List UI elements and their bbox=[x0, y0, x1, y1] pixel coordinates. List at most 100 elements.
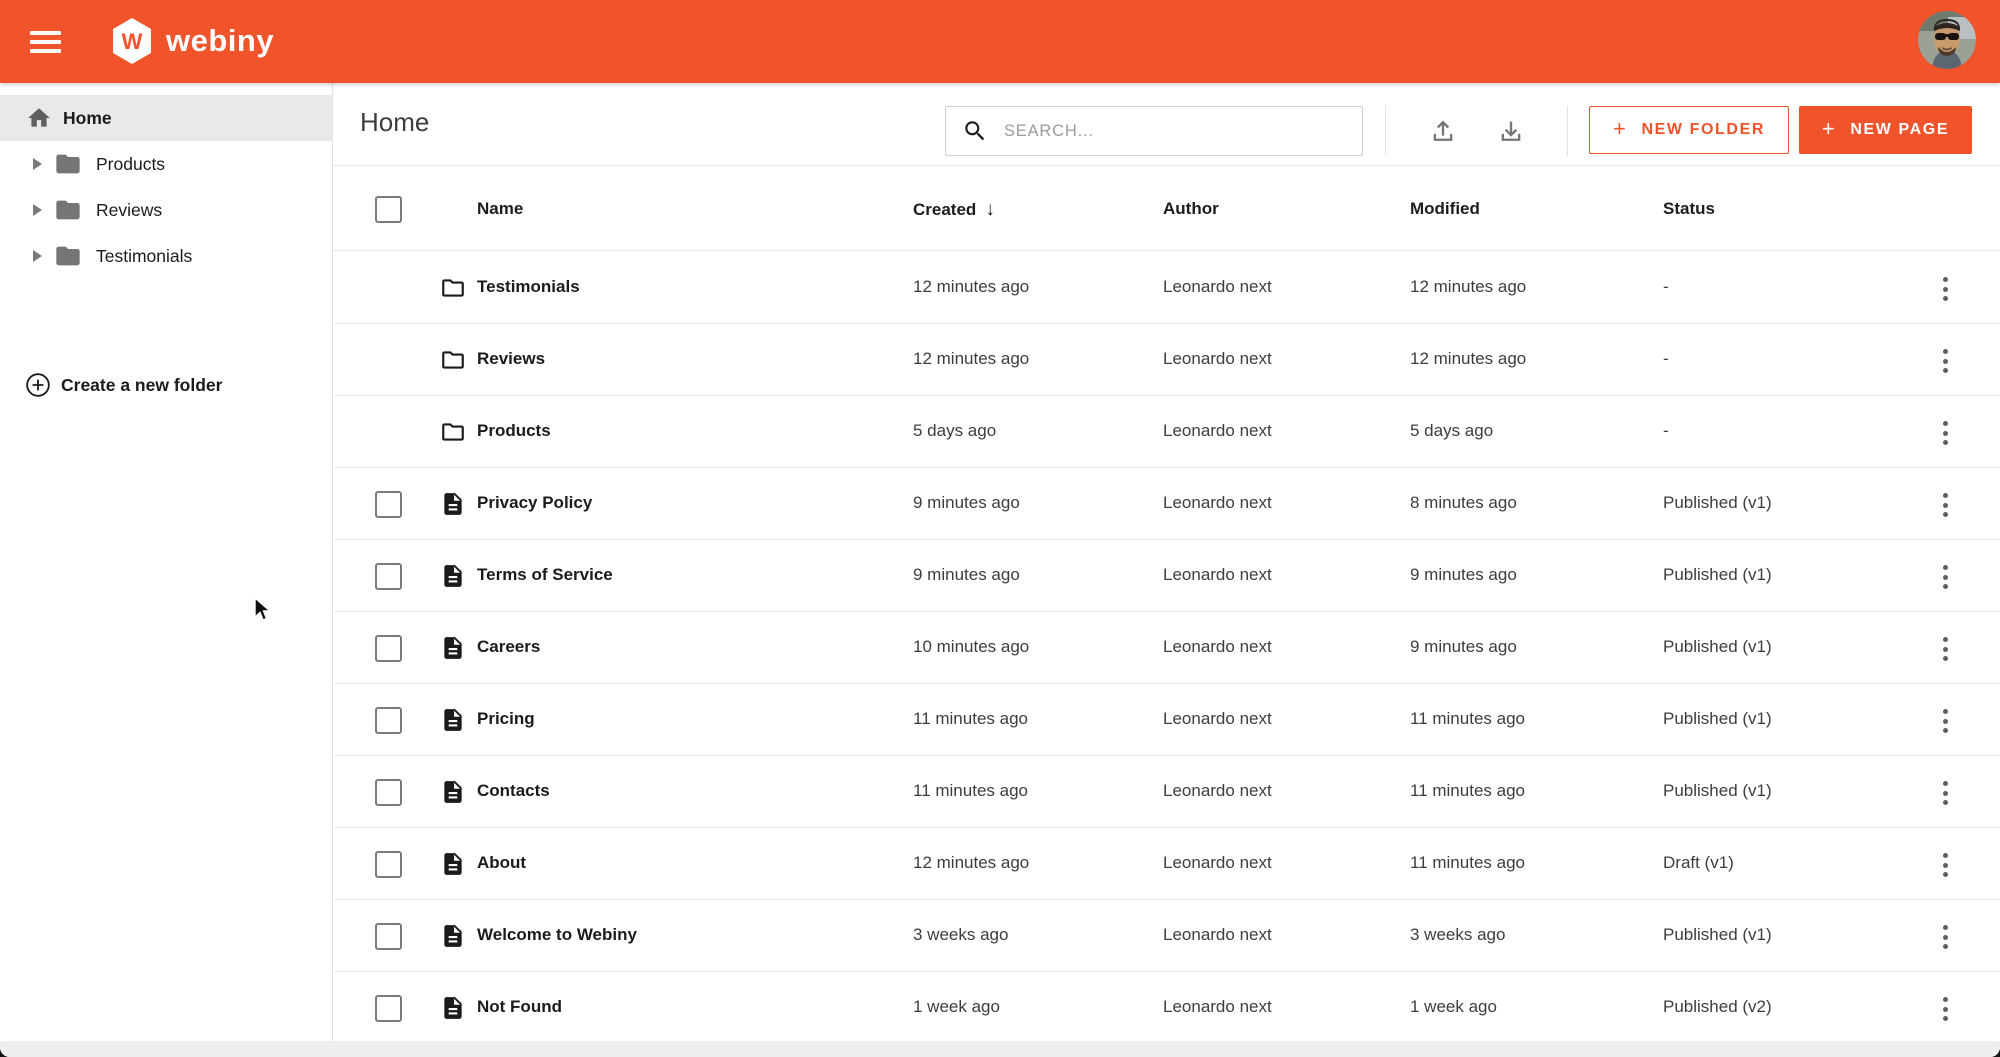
row-actions-menu-button[interactable] bbox=[1929, 417, 1961, 449]
row-name[interactable]: About bbox=[477, 853, 526, 873]
row-checkbox[interactable] bbox=[375, 635, 402, 662]
folder-icon bbox=[440, 419, 466, 445]
row-actions-menu-button[interactable] bbox=[1929, 489, 1961, 521]
hamburger-menu-icon[interactable] bbox=[30, 26, 68, 58]
column-header-status[interactable]: Status bbox=[1663, 199, 1715, 219]
row-actions-menu-button[interactable] bbox=[1929, 345, 1961, 377]
row-actions-menu-button[interactable] bbox=[1929, 777, 1961, 809]
row-name[interactable]: Careers bbox=[477, 637, 540, 657]
row-checkbox[interactable] bbox=[375, 995, 402, 1022]
sidebar-item-home[interactable]: Home bbox=[0, 95, 333, 141]
content-header: Home + NEW FOLDER bbox=[333, 83, 2000, 166]
row-name[interactable]: Contacts bbox=[477, 781, 550, 801]
export-download-button[interactable] bbox=[1491, 111, 1531, 151]
row-name[interactable]: Privacy Policy bbox=[477, 493, 592, 513]
table-row[interactable]: Welcome to Webiny 3 weeks ago Leonardo n… bbox=[333, 900, 2000, 972]
sidebar-folder-item[interactable]: Products bbox=[0, 141, 333, 187]
plus-icon: + bbox=[1822, 116, 1836, 142]
user-avatar[interactable] bbox=[1918, 11, 1976, 69]
table-row[interactable]: Reviews 12 minutes ago Leonardo next 12 … bbox=[333, 324, 2000, 396]
chevron-right-icon[interactable] bbox=[33, 250, 42, 262]
row-name[interactable]: Products bbox=[477, 421, 551, 441]
create-folder-label: Create a new folder bbox=[61, 375, 222, 396]
row-actions-menu-button[interactable] bbox=[1929, 993, 1961, 1025]
row-author: Leonardo next bbox=[1163, 565, 1272, 585]
folder-icon bbox=[54, 150, 82, 178]
row-checkbox[interactable] bbox=[375, 563, 402, 590]
row-modified: 9 minutes ago bbox=[1410, 637, 1517, 657]
row-checkbox[interactable] bbox=[375, 851, 402, 878]
row-name[interactable]: Testimonials bbox=[477, 277, 580, 297]
row-modified: 12 minutes ago bbox=[1410, 349, 1526, 369]
row-actions-menu-button[interactable] bbox=[1929, 849, 1961, 881]
table-row[interactable]: Careers 10 minutes ago Leonardo next 9 m… bbox=[333, 612, 2000, 684]
row-author: Leonardo next bbox=[1163, 997, 1272, 1017]
chevron-right-icon[interactable] bbox=[33, 204, 42, 216]
new-folder-button[interactable]: + NEW FOLDER bbox=[1589, 106, 1789, 154]
plus-icon: + bbox=[1613, 116, 1627, 142]
folder-icon bbox=[54, 196, 82, 224]
chevron-right-icon[interactable] bbox=[33, 158, 42, 170]
table-row[interactable]: Contacts 11 minutes ago Leonardo next 11… bbox=[333, 756, 2000, 828]
app-window: W webiny bbox=[0, 0, 2000, 1057]
row-actions-menu-button[interactable] bbox=[1929, 273, 1961, 305]
webiny-hexagon-icon: W bbox=[112, 18, 152, 64]
row-status: Published (v1) bbox=[1663, 781, 1772, 801]
row-name[interactable]: Welcome to Webiny bbox=[477, 925, 637, 945]
row-author: Leonardo next bbox=[1163, 709, 1272, 729]
row-name[interactable]: Not Found bbox=[477, 997, 562, 1017]
import-upload-button[interactable] bbox=[1423, 111, 1463, 151]
sidebar-folder-item[interactable]: Reviews bbox=[0, 187, 333, 233]
row-checkbox[interactable] bbox=[375, 707, 402, 734]
row-checkbox[interactable] bbox=[375, 923, 402, 950]
table-row[interactable]: Privacy Policy 9 minutes ago Leonardo ne… bbox=[333, 468, 2000, 540]
table-row[interactable]: Products 5 days ago Leonardo next 5 days… bbox=[333, 396, 2000, 468]
column-header-author[interactable]: Author bbox=[1163, 199, 1219, 219]
row-checkbox[interactable] bbox=[375, 779, 402, 806]
search-box bbox=[945, 106, 1363, 156]
divider bbox=[1385, 106, 1386, 156]
row-author: Leonardo next bbox=[1163, 493, 1272, 513]
row-actions-menu-button[interactable] bbox=[1929, 921, 1961, 953]
select-all-checkbox[interactable] bbox=[375, 196, 402, 223]
folder-icon bbox=[440, 347, 466, 373]
table-header-row: Name Created ↓ Author Modified Status bbox=[333, 167, 2000, 251]
new-folder-button-label: NEW FOLDER bbox=[1641, 121, 1765, 139]
row-created: 12 minutes ago bbox=[913, 277, 1029, 297]
row-modified: 8 minutes ago bbox=[1410, 493, 1517, 513]
row-name[interactable]: Pricing bbox=[477, 709, 535, 729]
row-author: Leonardo next bbox=[1163, 637, 1272, 657]
row-modified: 11 minutes ago bbox=[1410, 853, 1525, 873]
page-document-icon bbox=[440, 995, 466, 1021]
row-author: Leonardo next bbox=[1163, 925, 1272, 945]
table-row[interactable]: About 12 minutes ago Leonardo next 11 mi… bbox=[333, 828, 2000, 900]
row-name[interactable]: Reviews bbox=[477, 349, 545, 369]
column-header-name[interactable]: Name bbox=[477, 199, 523, 219]
row-name[interactable]: Terms of Service bbox=[477, 565, 613, 585]
table-row[interactable]: Testimonials 12 minutes ago Leonardo nex… bbox=[333, 252, 2000, 324]
row-checkbox[interactable] bbox=[375, 491, 402, 518]
row-actions-menu-button[interactable] bbox=[1929, 561, 1961, 593]
table-row[interactable]: Not Found 1 week ago Leonardo next 1 wee… bbox=[333, 972, 2000, 1044]
home-icon bbox=[26, 105, 52, 131]
table-body: Testimonials 12 minutes ago Leonardo nex… bbox=[333, 252, 2000, 1044]
svg-text:W: W bbox=[122, 29, 143, 54]
row-modified: 11 minutes ago bbox=[1410, 709, 1525, 729]
column-header-modified[interactable]: Modified bbox=[1410, 199, 1480, 219]
search-input[interactable] bbox=[1004, 122, 1334, 141]
sidebar-folder-label: Products bbox=[96, 154, 165, 175]
create-new-folder-button[interactable]: Create a new folder bbox=[0, 362, 333, 408]
table-row[interactable]: Pricing 11 minutes ago Leonardo next 11 … bbox=[333, 684, 2000, 756]
table-row[interactable]: Terms of Service 9 minutes ago Leonardo … bbox=[333, 540, 2000, 612]
new-page-button[interactable]: + NEW PAGE bbox=[1799, 106, 1972, 154]
folder-icon bbox=[54, 242, 82, 270]
row-actions-menu-button[interactable] bbox=[1929, 633, 1961, 665]
column-header-created[interactable]: Created ↓ bbox=[913, 199, 995, 221]
download-icon bbox=[1497, 117, 1525, 145]
webiny-logo[interactable]: W webiny bbox=[112, 18, 274, 64]
sort-descending-icon: ↓ bbox=[985, 199, 995, 221]
row-modified: 5 days ago bbox=[1410, 421, 1493, 441]
row-actions-menu-button[interactable] bbox=[1929, 705, 1961, 737]
sidebar-folder-item[interactable]: Testimonials bbox=[0, 233, 333, 279]
upload-icon bbox=[1429, 117, 1457, 145]
